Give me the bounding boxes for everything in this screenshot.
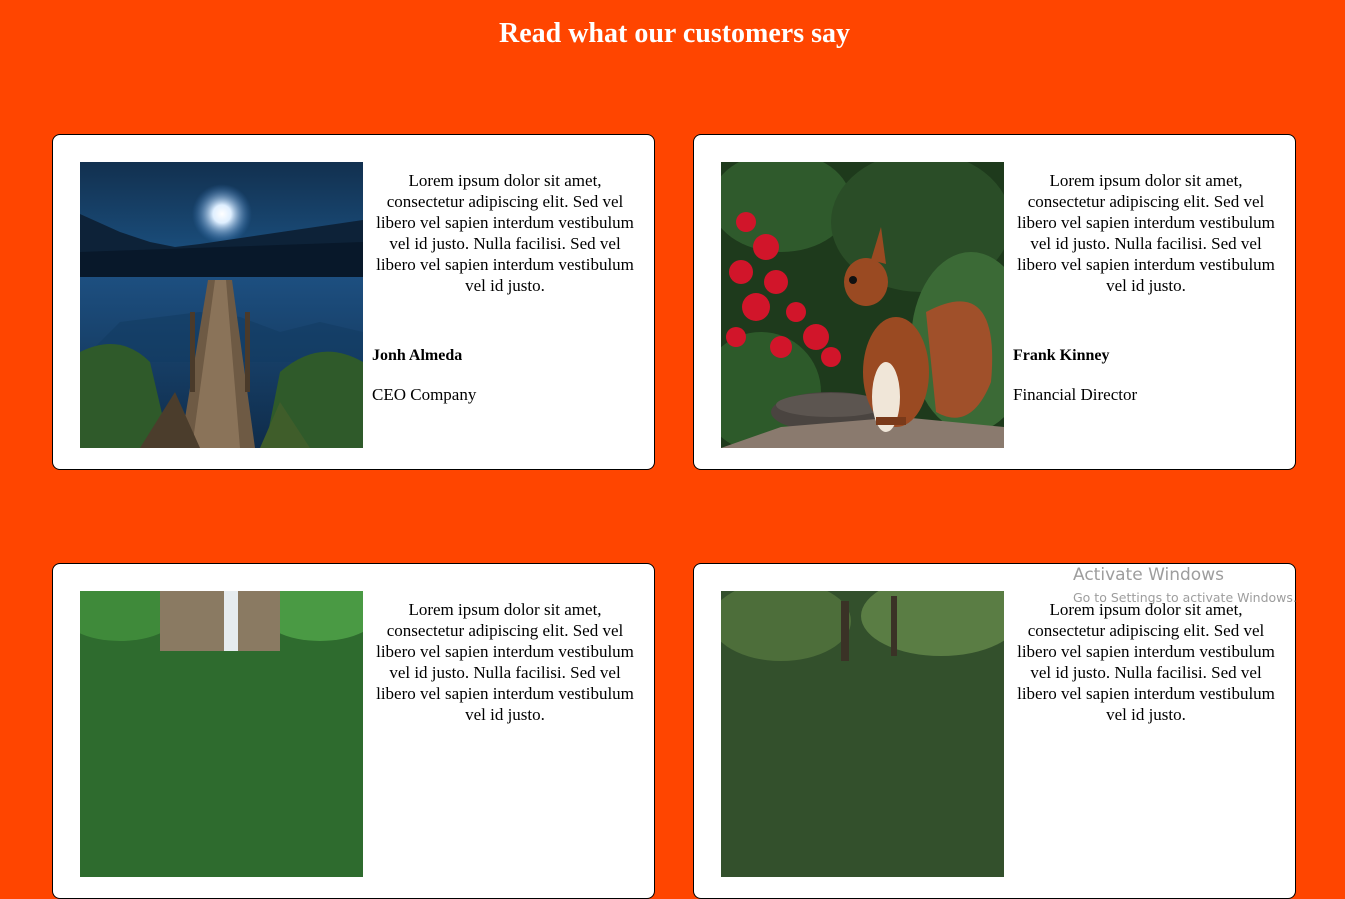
customer-role: Financial Director [1013, 385, 1138, 404]
customer-name: Frank Kinney [1013, 347, 1110, 364]
testimonial-card: Lorem ipsum dolor sit amet, consectetur … [693, 563, 1296, 899]
testimonial-quote: Lorem ipsum dolor sit amet, consectetur … [1017, 600, 1275, 724]
testimonial-quote: Lorem ipsum dolor sit amet, consectetur … [1017, 171, 1275, 295]
testimonial-card: Lorem ipsum dolor sit amet, consectetur … [693, 134, 1296, 470]
testimonial-card: Lorem ipsum dolor sit amet, consectetur … [52, 563, 655, 899]
testimonial-quote: Lorem ipsum dolor sit amet, consectetur … [376, 600, 634, 724]
activate-windows-watermark: Activate Windows Go to Settings to activ… [1073, 565, 1297, 605]
testimonial-quote: Lorem ipsum dolor sit amet, consectetur … [376, 171, 634, 295]
watermark-subtitle: Go to Settings to activate Windows. [1073, 590, 1297, 605]
testimonial-card: Lorem ipsum dolor sit amet, consectetur … [52, 134, 655, 470]
watermark-title: Activate Windows [1073, 565, 1224, 585]
lake-dock-photo [80, 162, 363, 448]
customer-role: CEO Company [372, 385, 477, 404]
squirrel-photo [721, 162, 1004, 448]
page-title: Read what our customers say [498, 18, 851, 49]
waterfall-photo [80, 591, 363, 877]
customer-name: Jonh Almeda [372, 347, 463, 364]
forest-photo [721, 591, 1004, 877]
